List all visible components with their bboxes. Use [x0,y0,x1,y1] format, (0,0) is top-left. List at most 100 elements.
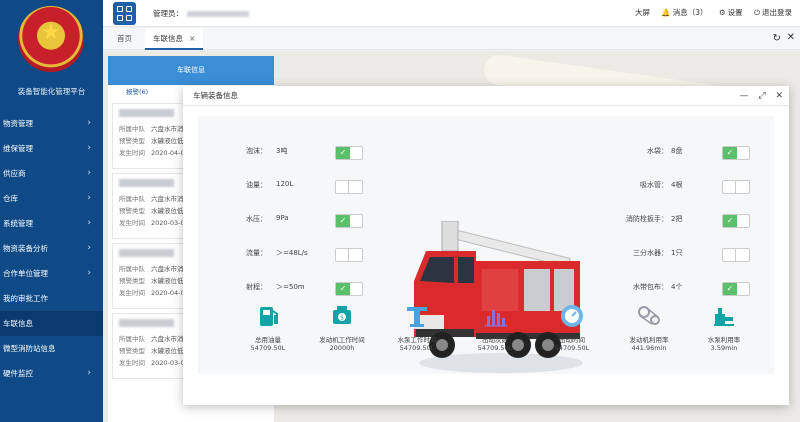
settings-link[interactable]: 设置 [728,8,743,17]
chevron-right-icon: › [87,368,91,378]
spec-value: 4根 [671,181,683,189]
row-key: 发生时间 [119,289,145,297]
pump-station-icon [714,308,734,326]
sidebar-item-maintenance[interactable]: 维保管理 › [0,136,103,161]
spec-label: 油量： [246,181,267,189]
spec-label: 泡沫： [246,147,267,155]
stat-value: 20000h [329,344,355,352]
spec-value: 9Pa [276,214,289,222]
logout-link[interactable]: 退出登录 [762,8,792,17]
sidebar-menu: 物资管理 › 维保管理 › 供应商 › 仓库 › 系统管理 › 物资装备分析 › 合作单位管… [0,111,103,386]
sidebar-item-vehicle-info[interactable]: 车联信息 [0,311,103,336]
stat-label: 发动机工作时间 [319,336,365,344]
stat-engine-utilization: 发动机利用率 441.96min [612,302,686,352]
sidebar-item-mini-station[interactable]: 微型消防站信息 [0,336,103,361]
bar-chart-icon [485,310,507,327]
row-key: 发生时间 [119,359,145,367]
sidebar-item-label: 物资管理 [3,119,33,128]
spec-foam: 泡沫： 3吨 ✓ [198,146,378,160]
spec-value: 4个 [671,283,683,291]
spec-label: 消防栓扳手： [626,215,668,223]
bell-icon[interactable]: 🔔 [661,8,670,17]
chevron-right-icon: › [87,268,91,278]
row-value: 水罐液位低 [151,277,184,285]
stat-value: 54709.50L [477,344,513,352]
sidebar-item-label: 仓库 [3,194,18,203]
close-icon[interactable]: ✕ [775,91,783,101]
close-all-icon[interactable]: ✕ [787,32,795,43]
tab-home[interactable]: 首页 [109,28,140,50]
tab-label: 首页 [117,34,132,43]
toggle-switch[interactable]: ✓ [722,282,750,296]
spec-label: 水袋： [647,147,668,155]
sidebar-item-label: 微型消防站信息 [3,344,56,353]
spec-label: 水压： [246,215,267,223]
toggle-switch[interactable]: ✓ [722,214,750,228]
sidebar-item-approvals[interactable]: 我的审批工作 [0,286,103,311]
messages-link[interactable]: 消息（3） [673,8,708,17]
sidebar-item-label: 供应商 [3,169,26,178]
sidebar-item-suppliers[interactable]: 供应商 › [0,161,103,186]
spec-label: 射程： [246,283,267,291]
vehicle-name-redacted [119,249,174,257]
row-key: 预警类型 [119,207,145,215]
tab-vehicle-info[interactable]: 车联信息 × [145,28,204,50]
refresh-icon[interactable]: ↻ [773,33,781,44]
stat-pump-utilization: 水泵利用率 3.59min [687,302,761,352]
vehicle-name-redacted [119,179,174,187]
stat-label: 出动时间 [559,336,585,344]
stat-total-fuel: 总用油量 54709.50L [231,302,305,352]
power-icon[interactable]: ⏻ [754,8,760,17]
admin-info: 管理员： [153,8,249,19]
stat-value: 54709.50L [399,344,435,352]
close-icon[interactable]: × [189,34,195,43]
check-icon: ✓ [336,147,350,159]
dialog-header: 车辆装备信息 — ⤢ ✕ [183,86,789,106]
vehicle-name-redacted [119,109,174,117]
stat-label: 出动次数 [482,336,508,344]
sidebar-item-warehouse[interactable]: 仓库 › [0,186,103,211]
sidebar-item-analysis[interactable]: 物资装备分析 › [0,236,103,261]
sidebar-item-materials[interactable]: 物资管理 › [0,111,103,136]
toggle-switch[interactable] [722,180,750,194]
sidebar-item-system[interactable]: 系统管理 › [0,211,103,236]
toggle-switch[interactable]: ✓ [722,146,750,160]
gear-icon[interactable]: ⚙ [719,8,726,17]
row-value: 水罐液位低 [151,137,184,145]
minimize-icon[interactable]: — [740,91,749,101]
row-key: 预警类型 [119,347,145,355]
toggle-switch[interactable]: ✓ [335,214,363,228]
sidebar-item-label: 硬件监控 [3,369,33,378]
alarm-panel-title: 车联信息 [108,56,274,85]
spec-hydrant-wrench: 消防栓扳手： 2把 ✓ [598,214,774,228]
toggle-knob [348,181,362,193]
spec-hose-wrap: 水带包布： 4个 ✓ [598,282,774,296]
row-key: 预警类型 [119,137,145,145]
admin-label: 管理员： [153,9,183,18]
sidebar-item-label: 维保管理 [3,144,33,153]
spec-value: 120L [276,180,294,188]
spec-label: 水带包布： [633,283,668,291]
toggle-switch[interactable]: ✓ [335,146,363,160]
sidebar-item-hardware[interactable]: 硬件监控 › [0,361,103,386]
sidebar-item-partners[interactable]: 合作单位管理 › [0,261,103,286]
water-pump-icon [407,307,427,327]
chevron-right-icon: › [87,168,91,178]
maximize-icon[interactable]: ⤢ [758,91,765,101]
toggle-switch[interactable]: ✓ [335,282,363,296]
chevron-right-icon: › [87,143,91,153]
toggle-switch[interactable] [722,248,750,262]
chevron-right-icon: › [87,218,91,228]
row-key: 所属中队 [119,265,145,273]
big-screen-link[interactable]: 大屏 [635,8,650,17]
police-emblem-logo: ★ [18,6,84,72]
row-value: 水罐液位低 [151,207,184,215]
stat-dispatch-time: 出动时间 54709.50L [535,302,609,352]
toggle-switch[interactable] [335,180,363,194]
app-grid-button[interactable] [113,2,136,25]
chevron-right-icon: › [87,193,91,203]
sidebar-item-label: 我的审批工作 [3,294,48,303]
stat-pump-hours: 水泵工作时间 54709.50L [380,302,454,352]
toggle-switch[interactable] [335,248,363,262]
page-tabs: 首页 车联信息 × ↻ ✕ [103,28,800,50]
